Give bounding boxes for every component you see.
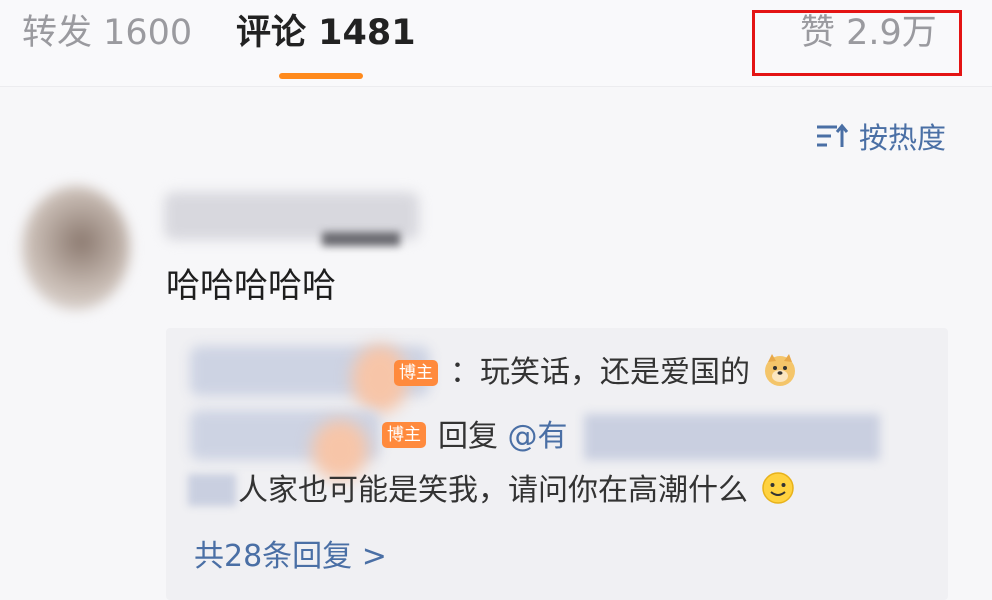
reply-text: 人家也可能是笑我，请问你在高潮什么 — [238, 473, 748, 508]
active-tab-indicator — [279, 73, 363, 79]
text-blurred — [188, 474, 236, 506]
reply-item: ：玩笑话，还是爱国的 — [450, 352, 798, 394]
annotation-highlight-box — [752, 10, 962, 76]
reply-text: ：玩笑话，还是爱国的 — [450, 355, 750, 390]
reply-item: 人家也可能是笑我，请问你在高潮什么 — [238, 470, 796, 512]
sort-button[interactable]: 按热度 — [815, 115, 946, 157]
reply-prefix: 回复 — [438, 419, 498, 454]
tab-bar: 转发 1600 评论 1481 赞 2.9万 — [0, 0, 992, 87]
sort-icon — [816, 123, 849, 147]
author-badge: 博主 — [382, 422, 426, 448]
mention-blurred — [584, 414, 880, 460]
sort-label: 按热度 — [858, 121, 946, 155]
reply-item: 回复 @有 — [438, 416, 568, 458]
comment-text: 哈哈哈哈哈 — [166, 266, 336, 306]
mention-link[interactable]: @有 — [508, 419, 568, 454]
tab-comments[interactable]: 评论 1481 — [236, 10, 416, 56]
avatar[interactable] — [22, 186, 130, 310]
tab-repost[interactable]: 转发 1600 — [22, 10, 192, 56]
doge-emoji-icon — [764, 354, 795, 386]
author-badge: 博主 — [394, 360, 438, 386]
username-blurred-fragment — [322, 232, 400, 246]
smile-emoji-icon — [761, 472, 794, 504]
more-replies-link[interactable]: 共28条回复 > — [194, 536, 387, 578]
